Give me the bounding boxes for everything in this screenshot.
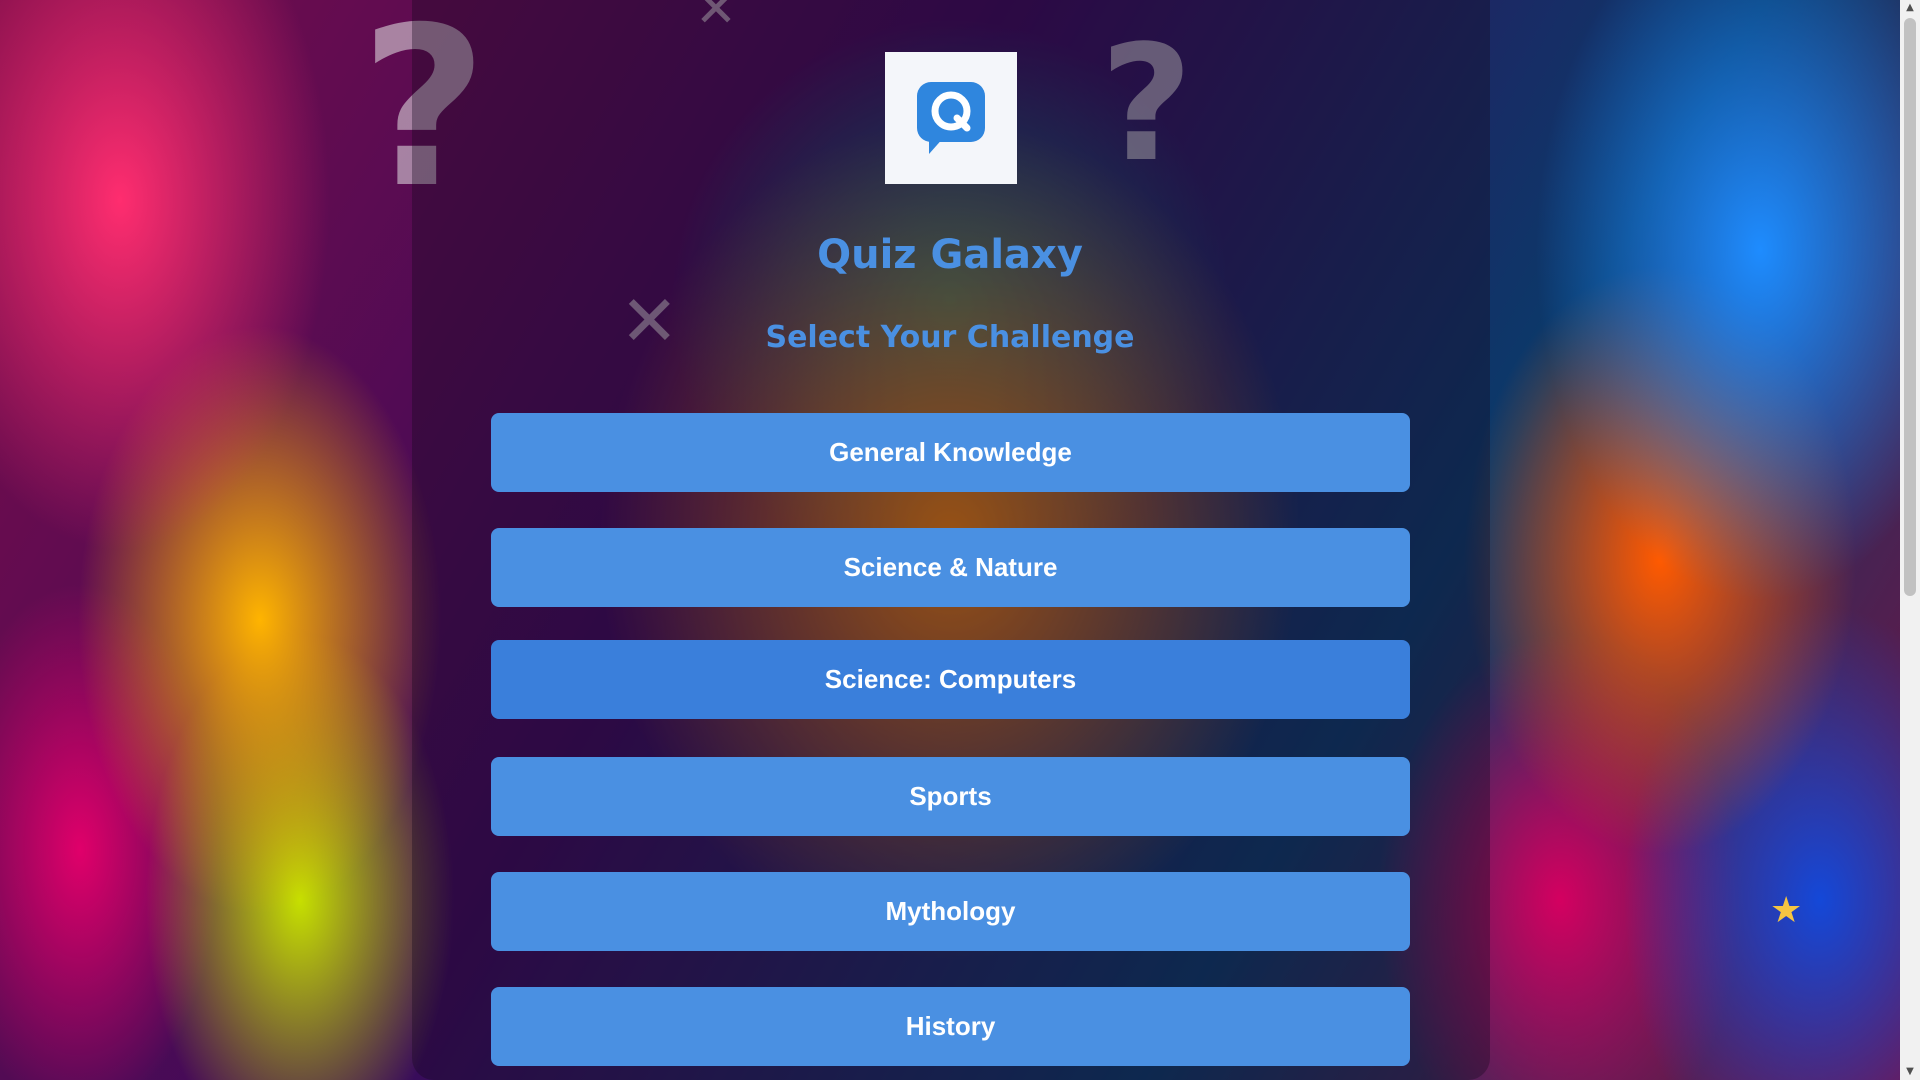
star-decoration: ★ xyxy=(1770,890,1803,931)
category-button-science-nature[interactable]: Science & Nature xyxy=(491,528,1410,607)
category-button-history[interactable]: History xyxy=(491,987,1410,1066)
scrollbar-thumb[interactable] xyxy=(1904,18,1916,596)
scroll-down-arrow-icon[interactable]: ▼ xyxy=(1900,1064,1920,1080)
page-scrollbar[interactable]: ▲ ▼ xyxy=(1900,0,1920,1080)
category-button-general-knowledge[interactable]: General Knowledge xyxy=(491,413,1410,492)
page-subtitle: Select Your Challenge xyxy=(765,320,1135,355)
chat-bubble-q-icon xyxy=(917,82,985,154)
category-button-mythology[interactable]: Mythology xyxy=(491,872,1410,951)
page-title: Quiz Galaxy xyxy=(817,232,1083,278)
category-button-sports[interactable]: Sports xyxy=(491,757,1410,836)
app-logo xyxy=(885,52,1017,184)
scroll-up-arrow-icon[interactable]: ▲ xyxy=(1900,0,1920,16)
category-button-science-computers[interactable]: Science: Computers xyxy=(491,640,1410,719)
